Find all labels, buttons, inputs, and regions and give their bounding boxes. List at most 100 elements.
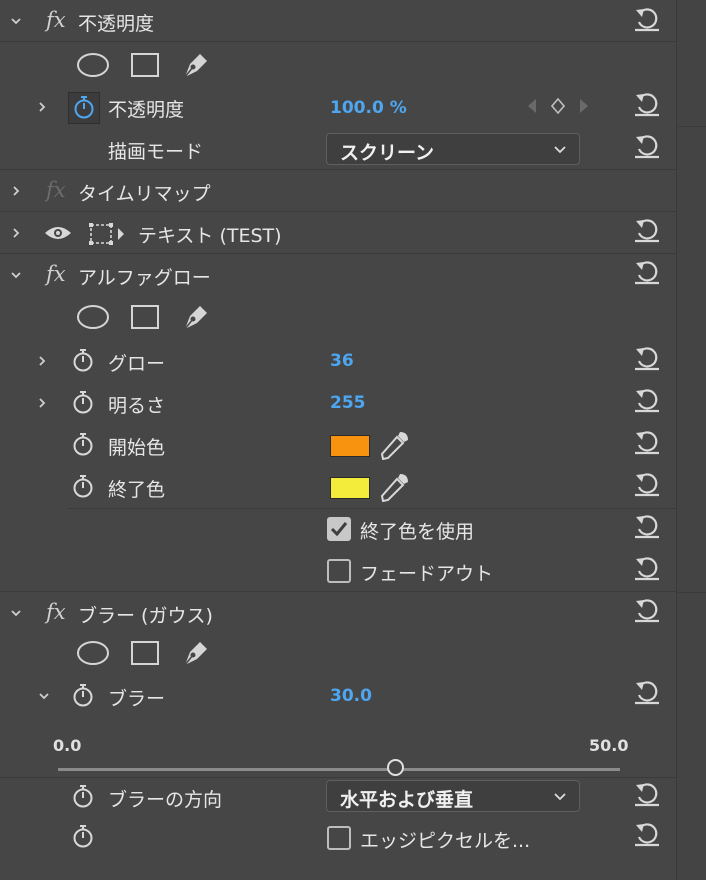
prev-keyframe-icon[interactable] <box>527 98 537 114</box>
alpha-glow-section-header: fx アルファグロー <box>0 254 676 296</box>
reset-icon[interactable] <box>632 132 662 162</box>
chevron-right-icon[interactable] <box>34 340 50 382</box>
opacity-value[interactable]: 100.0 % <box>330 98 407 118</box>
mask-tools <box>76 302 210 332</box>
fx-icon[interactable]: fx <box>46 8 66 32</box>
slider-min-label: 0.0 <box>53 736 82 755</box>
checkmark-icon <box>330 522 348 537</box>
edge-pixels-row: エッジピクセルを... <box>0 818 676 860</box>
end-color-row: 終了色 <box>0 466 676 508</box>
stopwatch-toggle[interactable] <box>68 92 100 124</box>
blur-slider-track[interactable] <box>58 759 620 776</box>
brightness-value[interactable]: 255 <box>330 393 366 413</box>
reset-icon[interactable] <box>632 596 662 626</box>
next-keyframe-icon[interactable] <box>579 98 589 114</box>
chevron-down-icon[interactable] <box>36 676 52 716</box>
reset-icon[interactable] <box>632 678 662 708</box>
blend-mode-dropdown[interactable]: スクリーン <box>326 133 580 165</box>
start-color-row: 開始色 <box>0 424 676 466</box>
stopwatch-icon[interactable] <box>72 390 94 414</box>
end-color-label: 終了色 <box>108 479 166 501</box>
end-color-swatch[interactable] <box>330 477 370 499</box>
rectangle-mask-icon[interactable] <box>130 304 160 330</box>
fade-out-checkbox[interactable] <box>327 559 351 583</box>
section-title: 不透明度 <box>78 13 155 35</box>
reset-icon[interactable] <box>632 470 662 500</box>
rectangle-mask-icon[interactable] <box>130 52 160 78</box>
stopwatch-icon[interactable] <box>72 824 94 848</box>
blur-value[interactable]: 30.0 <box>330 686 372 706</box>
stopwatch-icon[interactable] <box>72 432 94 456</box>
blur-label: ブラー <box>108 688 166 710</box>
blend-mode-row: 描画モード スクリーン <box>0 128 676 170</box>
section-title: タイムリマップ <box>78 183 211 205</box>
brightness-property-row: 明るさ 255 <box>0 382 676 424</box>
ellipse-mask-icon[interactable] <box>76 640 110 666</box>
stopwatch-icon <box>74 96 94 119</box>
use-end-color-label: 終了色を使用 <box>360 521 475 543</box>
reset-icon[interactable] <box>632 216 662 246</box>
use-end-color-checkbox[interactable] <box>327 517 351 541</box>
start-color-label: 開始色 <box>108 437 166 459</box>
reset-icon[interactable] <box>632 5 662 35</box>
use-end-color-row: 終了色を使用 <box>0 508 676 550</box>
reset-icon[interactable] <box>632 512 662 542</box>
fade-out-label: フェードアウト <box>360 563 494 585</box>
stopwatch-icon[interactable] <box>72 474 94 498</box>
ellipse-mask-icon[interactable] <box>76 304 110 330</box>
ellipse-mask-icon[interactable] <box>76 52 110 78</box>
keyframe-navigator <box>527 98 589 114</box>
text-layer-section: テキスト (TEST) <box>0 212 676 254</box>
blur-direction-label: ブラーの方向 <box>108 789 223 811</box>
rectangle-mask-icon[interactable] <box>130 640 160 666</box>
chevron-right-icon[interactable] <box>34 382 50 424</box>
reset-icon[interactable] <box>632 554 662 584</box>
chevron-right-icon[interactable] <box>8 212 24 253</box>
chevron-down-icon[interactable] <box>8 592 24 634</box>
blur-slider-thumb[interactable] <box>386 759 404 776</box>
edge-pixels-checkbox[interactable] <box>327 826 351 850</box>
blur-direction-dropdown[interactable]: 水平および垂直 <box>326 780 580 812</box>
reset-icon[interactable] <box>632 90 662 120</box>
blur-property-row: ブラー 30.0 0.0 50.0 <box>0 676 676 778</box>
fx-icon[interactable]: fx <box>46 262 66 286</box>
pen-mask-icon[interactable] <box>180 638 210 668</box>
blur-direction-row: ブラーの方向 水平および垂直 <box>0 778 676 818</box>
eyedropper-icon[interactable] <box>378 430 410 460</box>
gaussian-blur-section-header: fx ブラー (ガウス) <box>0 592 676 634</box>
reset-icon[interactable] <box>632 428 662 458</box>
chevron-down-icon[interactable] <box>8 254 24 296</box>
opacity-property-row: 不透明度 100.0 % <box>0 86 676 128</box>
stopwatch-icon[interactable] <box>72 784 94 808</box>
glow-property-row: グロー 36 <box>0 340 676 382</box>
slider-max-label: 50.0 <box>589 736 629 755</box>
add-keyframe-icon[interactable] <box>551 98 565 114</box>
reset-icon[interactable] <box>632 780 662 810</box>
chevron-down-icon[interactable] <box>8 0 24 41</box>
pen-mask-icon[interactable] <box>180 50 210 80</box>
start-color-swatch[interactable] <box>330 435 370 457</box>
reset-icon[interactable] <box>632 258 662 288</box>
eyedropper-icon[interactable] <box>378 472 410 502</box>
section-title: ブラー (ガウス) <box>78 605 213 627</box>
section-title: アルファグロー <box>78 267 211 289</box>
transform-bounding-icon[interactable] <box>88 222 128 246</box>
glow-label: グロー <box>108 353 166 375</box>
stopwatch-icon[interactable] <box>72 348 94 372</box>
eye-icon[interactable] <box>44 225 72 241</box>
timeline-strip <box>676 0 706 880</box>
glow-value[interactable]: 36 <box>330 351 354 371</box>
mask-tools <box>76 50 210 80</box>
reset-icon[interactable] <box>632 344 662 374</box>
chevron-right-icon[interactable] <box>34 86 50 128</box>
blend-mode-value: スクリーン <box>340 142 435 164</box>
section-title: テキスト (TEST) <box>138 225 282 247</box>
fx-icon[interactable]: fx <box>46 600 66 624</box>
opacity-label: 不透明度 <box>108 99 185 121</box>
chevron-right-icon[interactable] <box>8 170 24 211</box>
blend-mode-label: 描画モード <box>108 141 204 163</box>
reset-icon[interactable] <box>632 820 662 850</box>
stopwatch-icon[interactable] <box>72 683 94 707</box>
pen-mask-icon[interactable] <box>180 302 210 332</box>
reset-icon[interactable] <box>632 386 662 416</box>
